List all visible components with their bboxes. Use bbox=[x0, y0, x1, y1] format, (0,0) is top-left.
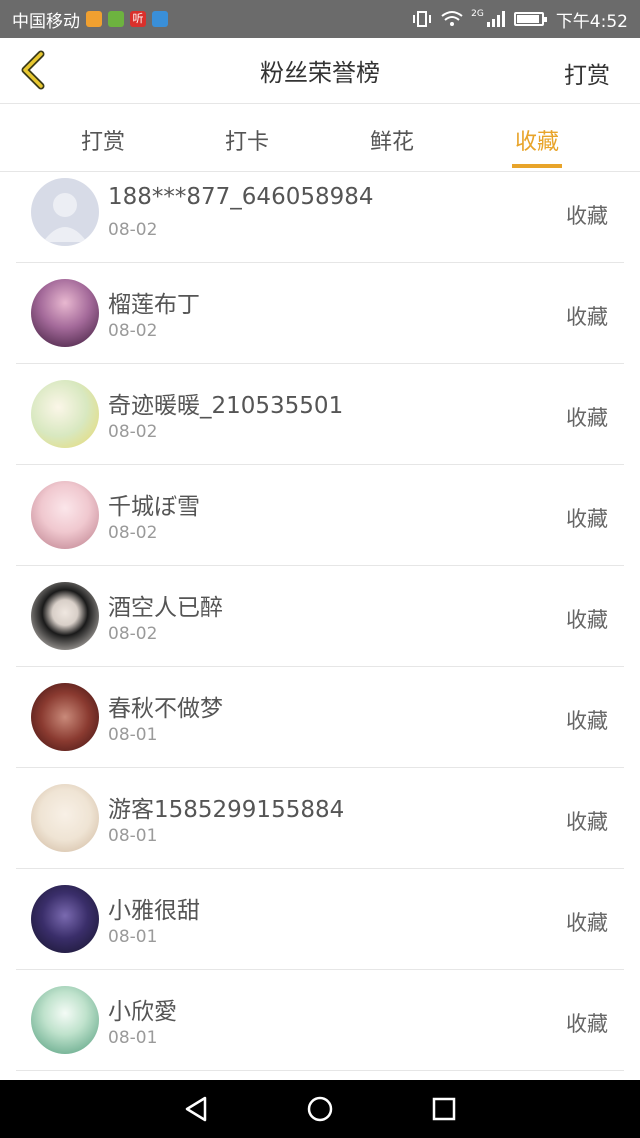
list-item[interactable]: 188***877_646058984 08-02 收藏 bbox=[0, 172, 640, 263]
fan-name: 酒空人已醉 bbox=[108, 595, 223, 621]
avatar bbox=[31, 279, 99, 347]
fan-action-type: 收藏 bbox=[566, 406, 608, 430]
fan-date: 08-02 bbox=[108, 523, 158, 543]
fan-date: 08-01 bbox=[108, 927, 158, 947]
fan-action-type: 收藏 bbox=[566, 810, 608, 834]
app-blue-icon bbox=[152, 11, 168, 27]
carrier-label: 中国移动 bbox=[12, 11, 80, 32]
back-button[interactable] bbox=[10, 48, 54, 92]
list-item[interactable]: 榴莲布丁 08-02 收藏 bbox=[0, 263, 640, 364]
tab-flowers[interactable]: 鲜花 bbox=[352, 124, 432, 156]
page-title: 粉丝荣誉榜 bbox=[260, 59, 380, 87]
fan-action-type: 收藏 bbox=[566, 608, 608, 632]
fan-date: 08-02 bbox=[108, 321, 158, 341]
header-bar: 粉丝荣誉榜 打赏 bbox=[0, 38, 640, 104]
tab-label: 鲜花 bbox=[369, 130, 414, 155]
list-item[interactable]: 千城ぼ雪 08-02 收藏 bbox=[0, 465, 640, 566]
fan-action-type: 收藏 bbox=[566, 204, 608, 228]
status-bar: 中国移动 听 2G 下午4:52 bbox=[0, 0, 640, 38]
battery-icon bbox=[513, 12, 547, 26]
list-item[interactable]: 小欣愛 08-01 收藏 bbox=[0, 970, 640, 1071]
fan-name: 千城ぼ雪 bbox=[108, 494, 200, 520]
tab-favorites[interactable]: 收藏 bbox=[497, 124, 577, 168]
fan-action-type: 收藏 bbox=[566, 507, 608, 531]
fan-action-type: 收藏 bbox=[566, 1012, 608, 1036]
active-tab-indicator bbox=[512, 164, 562, 168]
fan-action-type: 收藏 bbox=[566, 709, 608, 733]
network-type-label: 2G bbox=[471, 9, 484, 19]
status-left: 中国移动 听 bbox=[12, 7, 168, 32]
avatar bbox=[31, 986, 99, 1054]
reward-button[interactable]: 打赏 bbox=[564, 56, 610, 90]
list-item[interactable]: 酒空人已醉 08-02 收藏 bbox=[0, 566, 640, 667]
status-right: 2G 下午4:52 bbox=[411, 7, 628, 32]
fan-action-type: 收藏 bbox=[566, 305, 608, 329]
signal-icon bbox=[486, 11, 505, 27]
fan-action-type: 收藏 bbox=[566, 911, 608, 935]
default-user-icon bbox=[31, 178, 99, 246]
avatar bbox=[31, 380, 99, 448]
divider bbox=[16, 1070, 624, 1071]
avatar bbox=[31, 178, 99, 246]
fan-name: 奇迹暖暖_210535501 bbox=[108, 393, 344, 419]
app-orange-icon bbox=[86, 11, 102, 27]
fan-name: 游客1585299155884 bbox=[108, 797, 345, 823]
avatar bbox=[31, 481, 99, 549]
fan-name: 小欣愛 bbox=[108, 999, 177, 1025]
tab-label: 打卡 bbox=[224, 130, 269, 155]
system-nav-bar bbox=[0, 1080, 640, 1138]
tab-bar: 打赏 打卡 鲜花 收藏 bbox=[0, 104, 640, 172]
clock-label: 下午4:52 bbox=[555, 11, 628, 32]
fan-date: 08-01 bbox=[108, 826, 158, 846]
tab-checkin[interactable]: 打卡 bbox=[207, 124, 287, 156]
fan-name: 小雅很甜 bbox=[108, 898, 200, 924]
vibrate-icon bbox=[413, 11, 432, 27]
listen-app-icon: 听 bbox=[130, 11, 146, 27]
fan-name: 榴莲布丁 bbox=[108, 292, 200, 318]
fan-date: 08-02 bbox=[108, 422, 158, 442]
fan-date: 08-02 bbox=[108, 220, 158, 240]
avatar bbox=[31, 784, 99, 852]
tab-label: 收藏 bbox=[514, 130, 559, 155]
app-green-icon bbox=[108, 11, 124, 27]
fan-name: 春秋不做梦 bbox=[108, 696, 223, 722]
wifi-icon bbox=[441, 11, 463, 26]
avatar bbox=[31, 885, 99, 953]
back-triangle-icon[interactable] bbox=[181, 1094, 211, 1124]
fan-date: 08-02 bbox=[108, 624, 158, 644]
list-item[interactable]: 游客1585299155884 08-01 收藏 bbox=[0, 768, 640, 869]
avatar bbox=[31, 683, 99, 751]
chevron-left-icon bbox=[21, 50, 45, 90]
list-item[interactable]: 春秋不做梦 08-01 收藏 bbox=[0, 667, 640, 768]
fan-date: 08-01 bbox=[108, 1028, 158, 1048]
tab-reward[interactable]: 打赏 bbox=[63, 124, 143, 156]
fan-date: 08-01 bbox=[108, 725, 158, 745]
home-circle-icon[interactable] bbox=[305, 1094, 335, 1124]
fan-name: 188***877_646058984 bbox=[108, 184, 374, 210]
avatar bbox=[31, 582, 99, 650]
fan-list: 188***877_646058984 08-02 收藏 榴莲布丁 08-02 … bbox=[0, 172, 640, 1071]
list-item[interactable]: 小雅很甜 08-01 收藏 bbox=[0, 869, 640, 970]
list-item[interactable]: 奇迹暖暖_210535501 08-02 收藏 bbox=[0, 364, 640, 465]
recents-square-icon[interactable] bbox=[429, 1094, 459, 1124]
tab-label: 打赏 bbox=[80, 130, 125, 155]
